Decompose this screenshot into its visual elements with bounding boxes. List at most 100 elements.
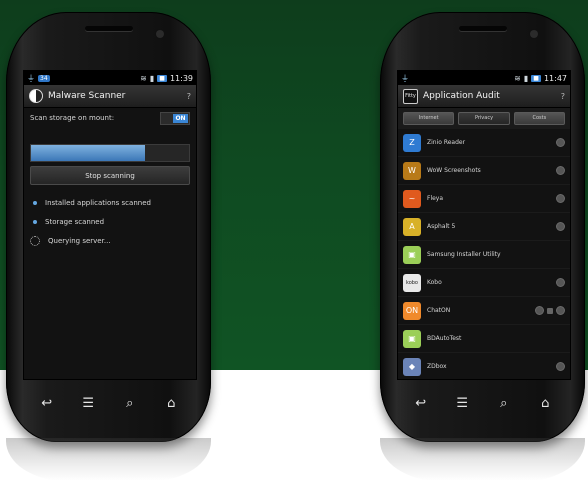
app-icon: A xyxy=(403,217,421,236)
app-row[interactable]: ON ChatON xyxy=(398,297,570,325)
usb-icon: ⏚ xyxy=(401,73,409,83)
scan-progress-bar xyxy=(30,144,190,162)
internet-flag-icon xyxy=(556,278,565,287)
app-name: WoW Screenshots xyxy=(427,167,481,174)
tab-costs[interactable]: Costs xyxy=(513,112,565,125)
clock: 11:47 xyxy=(543,73,567,83)
app-name: Zinio Reader xyxy=(427,139,466,146)
app-row[interactable]: ▣ BDAutoTest xyxy=(398,325,570,353)
status-text: Querying server... xyxy=(48,236,111,245)
app-icon: Z xyxy=(403,133,421,152)
app-title: Application Audit xyxy=(423,91,500,101)
scan-status-list: Installed applications scanned Storage sc… xyxy=(24,189,196,254)
back-icon[interactable]: ↩ xyxy=(34,396,60,411)
phone-right: ⏚ ≋ ▮ ■ 11:47 Fitty Application Audit ? … xyxy=(380,12,585,442)
front-camera xyxy=(530,30,538,38)
app-row[interactable]: W WoW Screenshots xyxy=(398,157,570,185)
help-button[interactable]: ? xyxy=(561,92,565,101)
wifi-icon: ≋ xyxy=(514,73,521,83)
app-name: Samsung Installer Utility xyxy=(427,251,501,258)
app-name: BDAutoTest xyxy=(427,335,462,342)
app-name: ZDbox xyxy=(427,363,447,370)
permission-flags xyxy=(556,222,565,231)
internet-flag-icon xyxy=(556,222,565,231)
app-row[interactable]: ◆ ZDbox xyxy=(398,353,570,379)
phone-left-reflection xyxy=(6,438,211,481)
app-icon: ~ xyxy=(403,189,421,208)
scan-on-mount-setting: Scan storage on mount: ON xyxy=(24,108,196,128)
wifi-icon: ≋ xyxy=(140,73,147,83)
setting-label: Scan storage on mount: xyxy=(30,114,115,122)
toggle-state: ON xyxy=(173,113,188,123)
permission-flags xyxy=(556,194,565,203)
signal-icon: ▮ xyxy=(149,73,155,83)
earpiece xyxy=(84,26,133,31)
internet-flag-icon xyxy=(556,138,565,147)
tab-privacy[interactable]: Privacy xyxy=(458,112,510,125)
screen-application-audit: ⏚ ≋ ▮ ■ 11:47 Fitty Application Audit ? … xyxy=(397,70,571,380)
app-row[interactable]: kobo Kobo xyxy=(398,269,570,297)
permission-flags xyxy=(556,166,565,175)
status-text: Installed applications scanned xyxy=(45,198,151,207)
status-text: Storage scanned xyxy=(45,217,105,226)
app-icon: ▣ xyxy=(403,245,421,264)
permission-flags xyxy=(556,138,565,147)
menu-icon[interactable]: ☰ xyxy=(75,396,101,411)
app-title: Malware Scanner xyxy=(48,91,126,101)
app-logo-icon: Fitty xyxy=(403,88,418,104)
usb-icon: ⏚ xyxy=(27,73,35,83)
status-bar: ⏚ 34 ≋ ▮ ■ 11:39 xyxy=(24,71,196,85)
done-dot-icon xyxy=(33,219,37,224)
home-icon[interactable]: ⌂ xyxy=(532,396,558,411)
battery-icon: ■ xyxy=(157,74,167,82)
app-name: ChatON xyxy=(427,307,451,314)
clock: 11:39 xyxy=(169,73,193,83)
internet-flag-icon xyxy=(556,362,565,371)
signal-icon: ▮ xyxy=(523,73,529,83)
earpiece xyxy=(458,26,507,31)
status-item: Installed applications scanned xyxy=(30,193,190,212)
battery-icon: ■ xyxy=(531,74,541,82)
nav-bar: ↩ ☰ ⌕ ⌂ xyxy=(26,384,192,422)
search-icon[interactable]: ⌕ xyxy=(117,396,143,411)
app-row[interactable]: ~ Fleya xyxy=(398,185,570,213)
back-icon[interactable]: ↩ xyxy=(408,396,434,411)
spinner-icon xyxy=(30,235,40,246)
search-icon[interactable]: ⌕ xyxy=(491,396,517,411)
phone-right-reflection xyxy=(380,438,585,481)
internet-flag-icon xyxy=(535,306,544,315)
permission-flags xyxy=(556,278,565,287)
internet-flag-icon xyxy=(556,194,565,203)
front-camera xyxy=(156,30,164,38)
help-button[interactable]: ? xyxy=(187,92,191,101)
app-icon: ON xyxy=(403,301,421,320)
app-icon: ◆ xyxy=(403,357,421,376)
app-icon: ▣ xyxy=(403,329,421,348)
stop-scanning-button[interactable]: Stop scanning xyxy=(30,166,190,185)
tab-internet[interactable]: Internet xyxy=(403,112,455,125)
screen-malware-scanner: ⏚ 34 ≋ ▮ ■ 11:39 Malware Scanner ? Scan … xyxy=(23,70,197,380)
done-dot-icon xyxy=(33,200,37,205)
home-icon[interactable]: ⌂ xyxy=(158,396,184,411)
app-name: Kobo xyxy=(427,279,442,286)
scan-on-mount-toggle[interactable]: ON xyxy=(160,111,190,125)
notification-badge[interactable]: 34 xyxy=(38,74,50,82)
app-list: Z Zinio Reader W WoW Screenshots ~ Fleya A Asph… xyxy=(398,129,570,379)
nav-bar: ↩ ☰ ⌕ ⌂ xyxy=(400,384,566,422)
progress-fill xyxy=(31,145,145,161)
app-row[interactable]: ▣ Samsung Installer Utility xyxy=(398,241,570,269)
app-name: Asphalt 5 xyxy=(427,223,456,230)
app-title-bar: Fitty Application Audit ? xyxy=(398,85,570,108)
permission-flags xyxy=(535,306,565,315)
internet-flag-icon xyxy=(556,166,565,175)
app-logo-icon xyxy=(29,89,43,103)
app-row[interactable]: A Asphalt 5 xyxy=(398,213,570,241)
lock-icon xyxy=(547,307,553,314)
cost-flag-icon xyxy=(556,306,565,315)
app-icon: kobo xyxy=(403,273,421,292)
app-icon: W xyxy=(403,161,421,180)
permission-flags xyxy=(556,362,565,371)
app-row[interactable]: Z Zinio Reader xyxy=(398,129,570,157)
status-bar: ⏚ ≋ ▮ ■ 11:47 xyxy=(398,71,570,85)
menu-icon[interactable]: ☰ xyxy=(449,396,475,411)
